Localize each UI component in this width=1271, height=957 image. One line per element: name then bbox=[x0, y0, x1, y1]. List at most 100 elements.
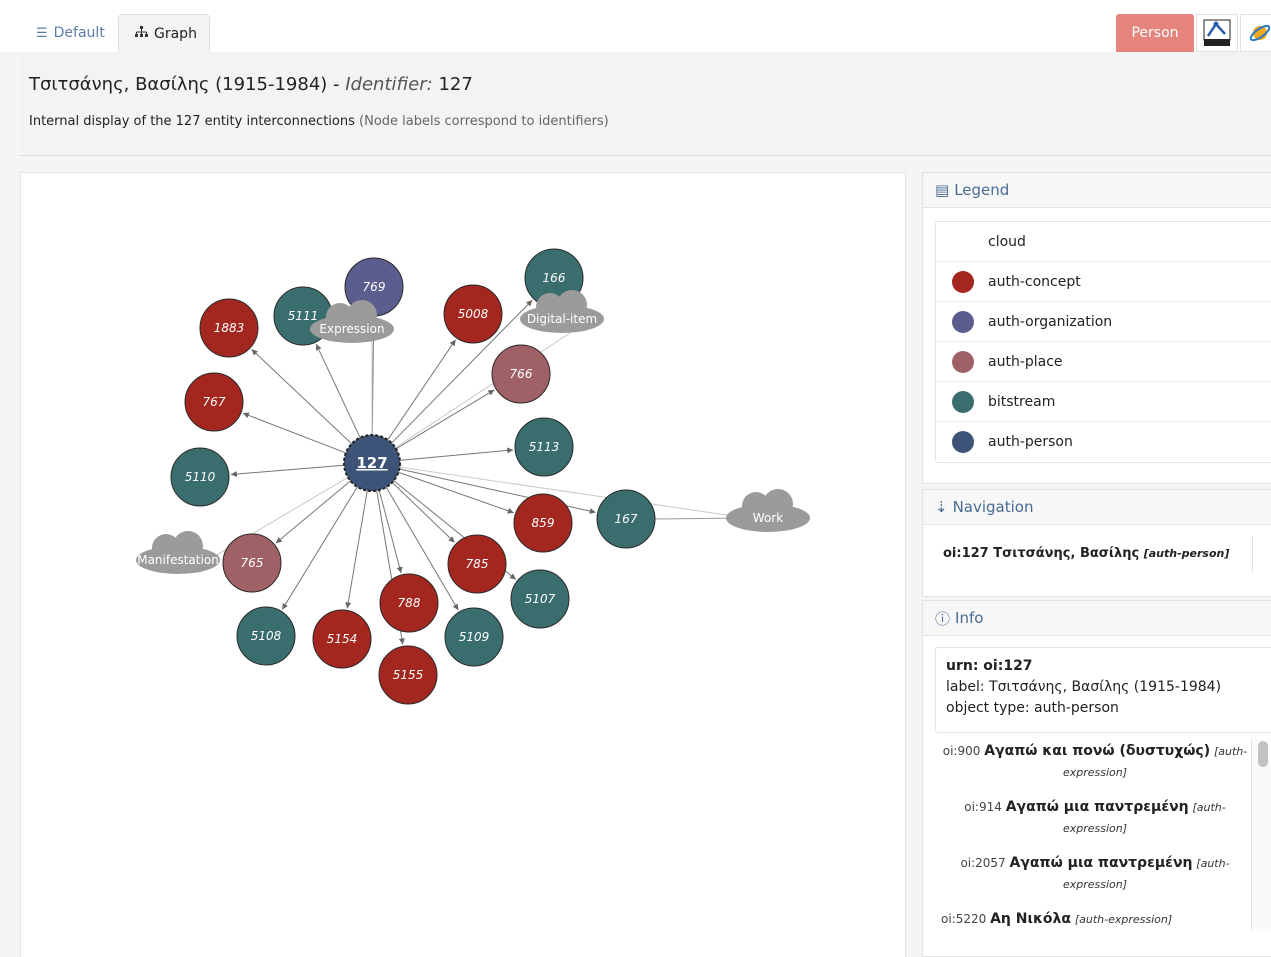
rdf-button[interactable] bbox=[1196, 14, 1238, 52]
list-item[interactable]: oi:900 Αγαπώ και πονώ (δυστυχώς) [auth-e… bbox=[935, 741, 1255, 783]
node-label: 5107 bbox=[525, 592, 556, 606]
node-label: 5154 bbox=[327, 632, 358, 646]
sort-icon: ⇣ bbox=[935, 498, 948, 516]
graph-node-765[interactable]: 765 bbox=[222, 533, 282, 593]
info-icon: ⓘ bbox=[935, 609, 951, 628]
list-item[interactable]: oi:5220 Αη Νικόλα [auth-expression] bbox=[935, 909, 1255, 930]
node-label: 5111 bbox=[288, 309, 319, 323]
legend-item-bitstream[interactable]: bitstream bbox=[936, 382, 1271, 422]
graph-cloud-manifestation[interactable]: Manifestation bbox=[136, 531, 220, 574]
tab-graph[interactable]: Graph bbox=[118, 14, 210, 52]
navigation-item-id: oi:127 bbox=[943, 546, 989, 561]
relation-id: oi:5220 bbox=[941, 912, 987, 926]
node-label: 767 bbox=[203, 395, 226, 409]
graph-edge-5154 bbox=[345, 490, 368, 609]
relation-id: oi:900 bbox=[942, 744, 981, 758]
info-header[interactable]: ⓘ Info bbox=[923, 601, 1271, 636]
legend-swatch bbox=[952, 270, 974, 293]
relation-id: oi:914 bbox=[964, 800, 1002, 814]
legend-label: auth-place bbox=[988, 353, 1063, 370]
sparql-button[interactable] bbox=[1240, 14, 1271, 52]
legend-label: auth-person bbox=[988, 434, 1073, 450]
legend-swatch bbox=[952, 310, 974, 333]
graph-node-167[interactable]: 167 bbox=[596, 489, 656, 549]
graph-node-766[interactable]: 766 bbox=[491, 344, 551, 404]
node-label: 5155 bbox=[393, 668, 424, 682]
legend-header[interactable]: ▤ Legend bbox=[923, 173, 1271, 208]
navigation-panel: ⇣ Navigation oi:127 Τσιτσάνης, Βασίλης [… bbox=[922, 489, 1271, 597]
graph-node-5008[interactable]: 5008 bbox=[443, 284, 503, 344]
list-item[interactable]: oi:914 Αγαπώ μια παντρεμένη [auth-expres… bbox=[935, 797, 1255, 839]
list-item[interactable]: oi:2057 Αγαπώ μια παντρεμένη [auth-expre… bbox=[935, 853, 1255, 895]
rdf-icon bbox=[1203, 19, 1231, 46]
node-label: 5109 bbox=[459, 630, 490, 644]
graph-node-center[interactable]: 127 bbox=[343, 434, 401, 492]
legend-item-auth-place[interactable]: auth-place bbox=[936, 342, 1271, 382]
info-panel: ⓘ Info urn: oi:127 label: Τσιτσάνης, Βασ… bbox=[922, 600, 1271, 957]
legend-icon: ▤ bbox=[935, 181, 950, 199]
identifier-label: Identifier: bbox=[345, 74, 433, 95]
relation-label[interactable]: Αγαπώ και πονώ (δυστυχώς) bbox=[984, 743, 1210, 759]
legend-item-cloud[interactable]: cloud bbox=[936, 222, 1271, 262]
relation-label[interactable]: Αγαπώ μια παντρεμένη bbox=[1010, 855, 1193, 871]
info-details: urn: oi:127 label: Τσιτσάνης, Βασίλης (1… bbox=[935, 647, 1271, 733]
graph-node-1883[interactable]: 1883 bbox=[199, 298, 259, 358]
info-urn: urn: oi:127 bbox=[946, 658, 1033, 674]
graph-node-5109[interactable]: 5109 bbox=[444, 607, 504, 667]
cloud-label: Manifestation bbox=[137, 553, 219, 567]
node-label: 166 bbox=[543, 271, 566, 285]
top-bar: ☰ Default Graph Person bbox=[0, 0, 1271, 52]
legend-item-auth-concept[interactable]: auth-concept bbox=[936, 262, 1271, 302]
node-label: 785 bbox=[466, 557, 489, 571]
graph-node-5113[interactable]: 5113 bbox=[514, 417, 574, 477]
graph-node-767[interactable]: 767 bbox=[184, 372, 244, 432]
info-object-type: object type: auth-person bbox=[946, 700, 1119, 716]
node-label: 5110 bbox=[185, 470, 216, 484]
graph-edge-767 bbox=[242, 412, 347, 454]
graph-cloud-work[interactable]: Work bbox=[726, 489, 810, 532]
relations-scrollbar[interactable] bbox=[1251, 739, 1271, 931]
tab-default[interactable]: ☰ Default bbox=[20, 14, 121, 52]
graph-node-5154[interactable]: 5154 bbox=[312, 609, 372, 669]
graph-node-5110[interactable]: 5110 bbox=[170, 447, 230, 507]
graph-edge-859 bbox=[398, 471, 514, 514]
graph-node-5108[interactable]: 5108 bbox=[236, 606, 296, 666]
graph-node-5107[interactable]: 5107 bbox=[510, 569, 570, 629]
legend-panel: ▤ Legend cloud auth-concept auth-organiz… bbox=[922, 172, 1271, 484]
graph-node-788[interactable]: 788 bbox=[379, 573, 439, 633]
page-subtitle: Internal display of the 127 entity inter… bbox=[29, 114, 609, 129]
navigation-item[interactable]: oi:127 Τσιτσάνης, Βασίλης [auth-person] bbox=[943, 546, 1229, 561]
tab-graph-label: Graph bbox=[154, 25, 197, 42]
legend-title: Legend bbox=[954, 181, 1010, 199]
legend-label: cloud bbox=[988, 233, 1026, 250]
graph-edge-5113 bbox=[399, 447, 514, 461]
info-label: label: Τσιτσάνης, Βασίλης (1915-1984) bbox=[946, 679, 1222, 695]
graph-panel[interactable]: 769 5111 1883 5008 166 766 767 5113 5110 859 167 76… bbox=[20, 172, 906, 957]
graph-node-859[interactable]: 859 bbox=[513, 493, 573, 553]
cloud-label: Work bbox=[753, 511, 783, 525]
relation-label[interactable]: Αγαπώ μια παντρεμένη bbox=[1006, 799, 1189, 815]
legend-item-auth-organization[interactable]: auth-organization bbox=[936, 302, 1271, 342]
graph-edge-1883 bbox=[251, 348, 352, 445]
node-label: 765 bbox=[241, 556, 264, 570]
cloud-label: Digital-item bbox=[527, 312, 597, 326]
graph-canvas[interactable]: 769 5111 1883 5008 166 766 767 5113 5110 859 167 76… bbox=[21, 173, 907, 957]
scrollbar-thumb[interactable] bbox=[1258, 741, 1268, 767]
graph-node-785[interactable]: 785 bbox=[447, 534, 507, 594]
entity-header: Τσιτσάνης, Βασίλης (1915-1984) - Identif… bbox=[20, 52, 1271, 156]
node-label: 5113 bbox=[529, 440, 560, 454]
identifier-value: 127 bbox=[438, 74, 473, 95]
node-label: 127 bbox=[356, 454, 387, 472]
legend-item-auth-person[interactable]: auth-person bbox=[936, 422, 1271, 462]
navigation-header[interactable]: ⇣ Navigation bbox=[923, 490, 1271, 525]
navigation-item-type: [auth-person] bbox=[1143, 547, 1230, 560]
info-title: Info bbox=[955, 609, 984, 627]
graph-edge-765 bbox=[275, 480, 351, 544]
list-icon: ☰ bbox=[36, 25, 48, 41]
person-type-button[interactable]: Person bbox=[1116, 14, 1194, 52]
subtitle-note: (Node labels correspond to identifiers) bbox=[359, 114, 609, 129]
legend-label: auth-organization bbox=[988, 313, 1113, 330]
graph-node-5155[interactable]: 5155 bbox=[378, 645, 438, 705]
relation-label[interactable]: Αη Νικόλα bbox=[990, 911, 1071, 927]
navigation-item-label: Τσιτσάνης, Βασίλης bbox=[993, 546, 1140, 561]
